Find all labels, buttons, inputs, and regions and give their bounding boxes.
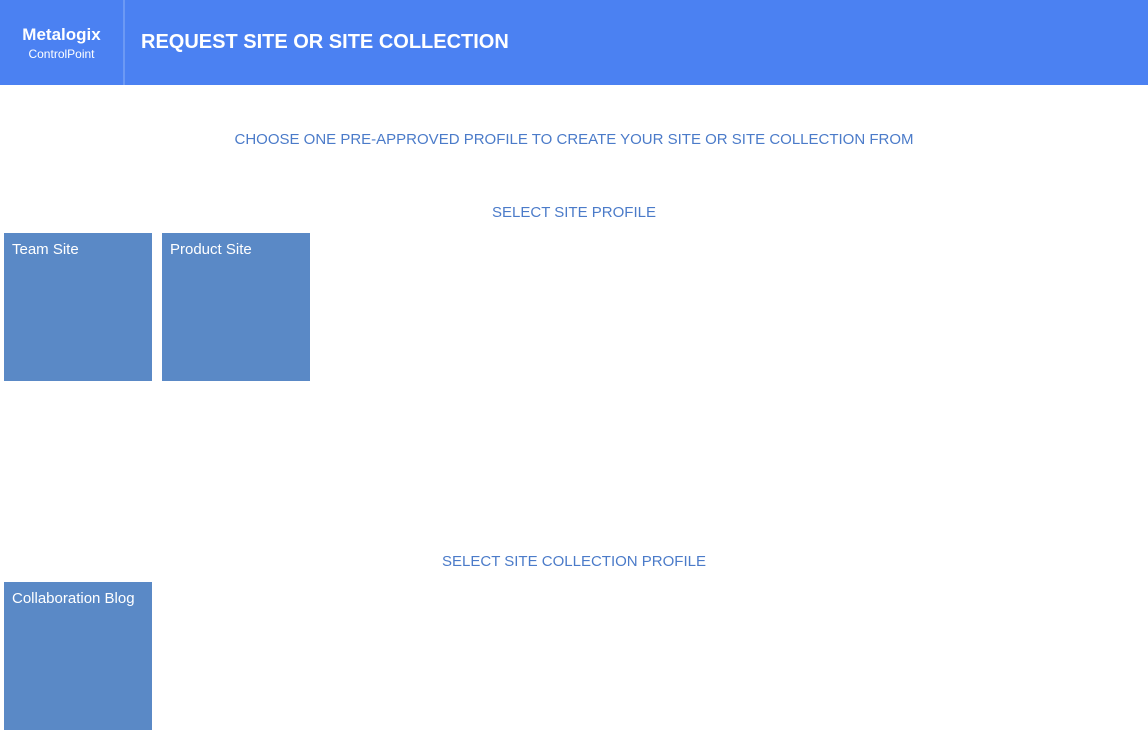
profile-tile-team-site[interactable]: Team Site — [4, 233, 152, 381]
profile-tile-collaboration-blog[interactable]: Collaboration Blog — [4, 582, 152, 730]
instruction-text: CHOOSE ONE PRE-APPROVED PROFILE TO CREAT… — [0, 131, 1148, 148]
site-profile-tiles: Team Site Product Site — [0, 233, 1148, 381]
tile-label: Product Site — [170, 241, 252, 258]
tile-label: Collaboration Blog — [12, 590, 135, 607]
profile-tile-product-site[interactable]: Product Site — [162, 233, 310, 381]
tile-label: Team Site — [12, 241, 79, 258]
page-title: REQUEST SITE OR SITE COLLECTION — [125, 0, 1148, 85]
app-logo: Metalogix ControlPoint — [0, 0, 125, 85]
site-collection-profile-heading: SELECT SITE COLLECTION PROFILE — [0, 553, 1148, 570]
app-header: Metalogix ControlPoint REQUEST SITE OR S… — [0, 0, 1148, 87]
logo-title: Metalogix — [22, 25, 100, 45]
site-profile-heading: SELECT SITE PROFILE — [0, 204, 1148, 221]
site-collection-profile-tiles: Collaboration Blog — [0, 582, 1148, 730]
logo-subtitle: ControlPoint — [28, 47, 94, 61]
